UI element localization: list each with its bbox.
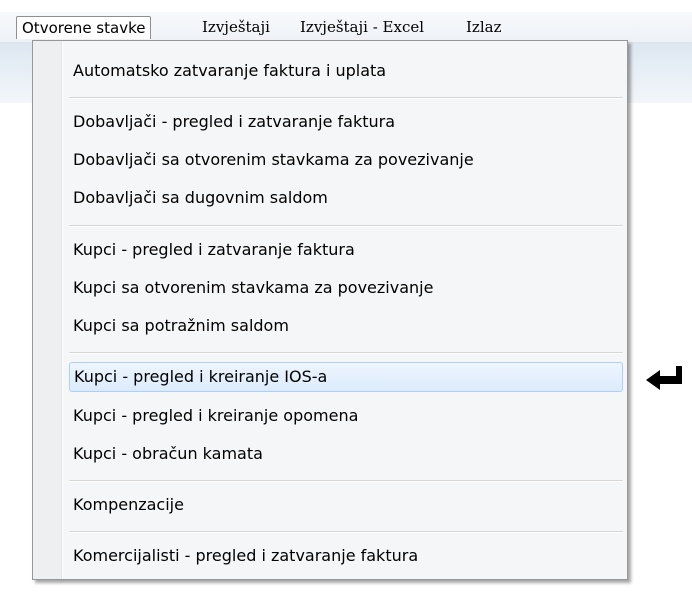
menu-item-kupci-opomene[interactable]: Kupci - pregled i kreiranje opomena — [73, 401, 623, 431]
menu-otvorene-stavke[interactable]: Otvorene stavke — [16, 16, 152, 39]
menu-separator — [69, 225, 623, 227]
menu-izvjestaji-excel[interactable]: Izvještaji - Excel — [294, 16, 430, 38]
menu-item-kupci-pregled[interactable]: Kupci - pregled i zatvaranje faktura — [73, 235, 623, 265]
menu-item-dobavljaci-pregled[interactable]: Dobavljači - pregled i zatvaranje faktur… — [73, 107, 623, 137]
menu-item-dobavljaci-otvorene[interactable]: Dobavljači sa otvorenim stavkama za pove… — [73, 145, 623, 175]
dropdown-menu: Automatsko zatvaranje faktura i uplata D… — [32, 40, 628, 580]
menu-izlaz[interactable]: Izlaz — [460, 16, 507, 38]
left-arrow-icon — [646, 366, 682, 390]
menu-item-kupci-potrazni[interactable]: Kupci sa potražnim saldom — [73, 311, 623, 341]
menu-item-kupci-otvorene[interactable]: Kupci sa otvorenim stavkama za povezivan… — [73, 273, 623, 303]
menu-item-kupci-ios[interactable]: Kupci - pregled i kreiranje IOS-a — [69, 362, 623, 392]
menu-separator — [69, 352, 623, 354]
menu-separator — [69, 480, 623, 482]
menu-izvjestaji[interactable]: Izvještaji — [196, 16, 276, 38]
menu-item-dobavljaci-dugovni[interactable]: Dobavljači sa dugovnim saldom — [73, 183, 623, 213]
gutter-divider — [62, 41, 63, 579]
menu-item-kompenzacije[interactable]: Kompenzacije — [73, 490, 623, 520]
menu-separator — [69, 97, 623, 99]
icon-gutter — [33, 41, 62, 579]
menu-bar: Otvorene stavke Izvještaji Izvještaji - … — [0, 12, 692, 43]
menu-separator — [69, 531, 623, 533]
menu-item-komercijalisti[interactable]: Komercijalisti - pregled i zatvaranje fa… — [73, 541, 623, 571]
menu-item-kupci-kamate[interactable]: Kupci - obračun kamata — [73, 439, 623, 469]
menu-item-automatsko-zatvaranje[interactable]: Automatsko zatvaranje faktura i uplata — [73, 56, 623, 86]
